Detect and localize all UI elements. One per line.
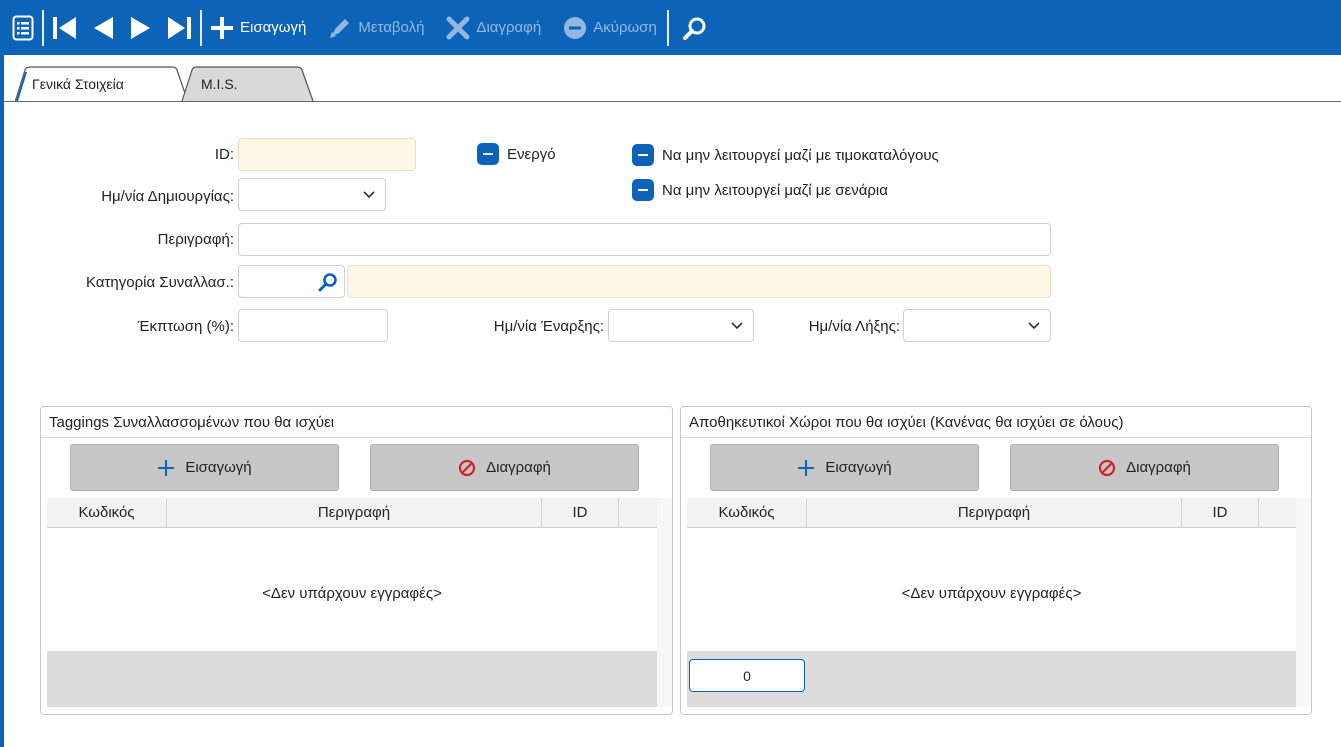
warehouses-delete-button[interactable]: Διαγραφή (1010, 444, 1279, 491)
column-header-id[interactable]: ID (542, 498, 619, 527)
edit-button[interactable]: Μεταβολή (328, 0, 424, 55)
search-icon[interactable] (318, 272, 338, 292)
checkbox-indeterminate-icon (477, 143, 499, 165)
warehouses-insert-label: Εισαγωγή (825, 459, 892, 476)
no-entry-icon (458, 459, 476, 477)
grid-header: Κωδικός Περιγραφή ID (687, 498, 1296, 528)
created-date-combo[interactable] (238, 178, 386, 211)
edit-button-label: Μεταβολή (358, 19, 425, 36)
list-icon[interactable] (12, 0, 34, 55)
warehouses-insert-button[interactable]: Εισαγωγή (710, 444, 979, 491)
tabs-baseline (4, 101, 1341, 102)
active-checkbox-label: Ενεργό (507, 145, 556, 163)
warehouses-grid: Κωδικός Περιγραφή ID <Δεν υπάρχουν εγγρα… (687, 498, 1311, 707)
discount-label: Έκπτωση (%): (137, 318, 234, 335)
checkbox-indeterminate-icon (632, 144, 654, 166)
toolbar-separator (666, 9, 669, 46)
grid-footer: 0 (687, 651, 1296, 707)
no-scenarios-checkbox[interactable]: Να μην λειτουργεί μαζί με σενάρια (632, 179, 888, 201)
tab-general[interactable]: Γενικά Στοιχεία (14, 66, 189, 102)
toolbar-separator (42, 9, 44, 46)
toolbar-separator (200, 9, 202, 46)
empty-message: <Δεν υπάρχουν εγγραφές> (901, 584, 1082, 602)
discount-input[interactable] (238, 309, 388, 342)
chevron-down-icon (1028, 322, 1040, 330)
vertical-scrollbar[interactable] (1296, 498, 1311, 707)
cancel-button-label: Ακύρωση (593, 19, 657, 36)
chevron-down-icon (731, 322, 743, 330)
next-record-icon[interactable] (130, 0, 152, 55)
plus-icon (797, 459, 815, 477)
taggings-insert-label: Εισαγωγή (185, 459, 252, 476)
column-header-description[interactable]: Περιγραφή (807, 498, 1182, 527)
tab-mis[interactable]: M.I.S. (181, 66, 314, 102)
empty-message: <Δεν υπάρχουν εγγραφές> (262, 584, 442, 602)
taggings-delete-label: Διαγραφή (486, 459, 551, 476)
insert-button-label: Εισαγωγή (240, 19, 307, 36)
taggings-panel: Taggings Συναλλασσομένων που θα ισχύει Ε… (40, 406, 673, 715)
first-record-icon[interactable] (52, 0, 78, 55)
created-date-label: Ημ/νία Δημιουργίας: (101, 188, 234, 205)
id-label: ID: (214, 146, 234, 163)
pencil-icon (330, 18, 350, 38)
end-date-combo[interactable] (903, 309, 1051, 342)
start-date-combo[interactable] (608, 309, 754, 342)
category-label: Κατηγορία Συναλλασ.: (86, 274, 234, 291)
previous-record-icon[interactable] (92, 0, 114, 55)
chevron-down-icon (363, 191, 375, 199)
no-pricelists-checkbox-label: Να μην λειτουργεί μαζί με τιμοκαταλόγους (662, 146, 939, 164)
category-name-field (347, 265, 1051, 298)
column-header-description[interactable]: Περιγραφή (167, 498, 542, 527)
checkbox-indeterminate-icon (632, 179, 654, 201)
delete-button[interactable]: Διαγραφή (446, 0, 541, 55)
description-label: Περιγραφή: (157, 231, 234, 248)
column-header-code[interactable]: Κωδικός (687, 498, 807, 527)
no-pricelists-checkbox[interactable]: Να μην λειτουργεί μαζί με τιμοκαταλόγους (632, 144, 939, 166)
warehouses-delete-label: Διαγραφή (1126, 459, 1191, 476)
tab-general-label: Γενικά Στοιχεία (32, 76, 124, 92)
taggings-panel-title: Taggings Συναλλασσομένων που θα ισχύει (49, 414, 335, 431)
divider (681, 437, 1311, 438)
category-code-input[interactable] (238, 265, 345, 298)
x-icon (446, 16, 470, 39)
delete-button-label: Διαγραφή (476, 19, 542, 36)
no-scenarios-checkbox-label: Να μην λειτουργεί μαζί με σενάρια (662, 181, 888, 199)
description-input[interactable] (238, 223, 1051, 256)
end-date-label: Ημ/νία Λήξης: (808, 318, 900, 335)
minus-circle-icon (564, 16, 587, 39)
start-date-label: Ημ/νία Έναρξης: (493, 318, 604, 335)
plus-icon (157, 459, 175, 477)
insert-button[interactable]: Εισαγωγή (210, 0, 306, 55)
taggings-grid: Κωδικός Περιγραφή ID <Δεν υπάρχουν εγγρα… (47, 498, 672, 707)
cancel-button[interactable]: Ακύρωση (563, 0, 657, 55)
last-record-icon[interactable] (166, 0, 192, 55)
search-icon[interactable] (682, 0, 707, 55)
record-count: 0 (689, 659, 805, 692)
column-header-code[interactable]: Κωδικός (47, 498, 167, 527)
grid-footer (47, 651, 657, 707)
grid-header: Κωδικός Περιγραφή ID (47, 498, 657, 528)
divider (41, 437, 672, 438)
warehouses-panel-title: Αποθηκευτικοί Χώροι που θα ισχύει (Κανέν… (689, 414, 1124, 431)
column-header-id[interactable]: ID (1182, 498, 1259, 527)
taggings-delete-button[interactable]: Διαγραφή (370, 444, 639, 491)
vertical-scrollbar[interactable] (657, 498, 672, 707)
id-field (238, 138, 416, 171)
taggings-insert-button[interactable]: Εισαγωγή (70, 444, 339, 491)
toolbar: Εισαγωγή Μεταβολή Διαγραφή Ακύρωση (4, 0, 1341, 55)
tab-mis-label: M.I.S. (201, 76, 238, 92)
warehouses-panel: Αποθηκευτικοί Χώροι που θα ισχύει (Κανέν… (680, 406, 1312, 715)
plus-icon (211, 16, 233, 39)
no-entry-icon (1098, 459, 1116, 477)
active-checkbox[interactable]: Ενεργό (477, 143, 556, 165)
